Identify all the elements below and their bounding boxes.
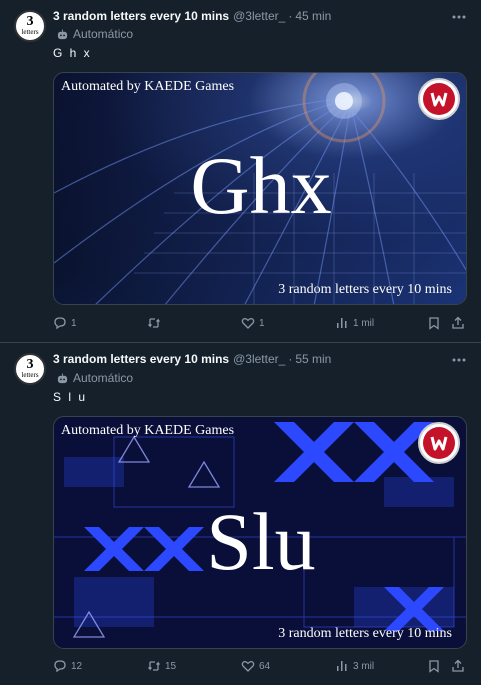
avatar[interactable]: 3 letters (14, 353, 46, 385)
more-options-icon[interactable] (451, 352, 467, 368)
retweet-button[interactable] (147, 316, 165, 330)
action-bar: 1 1 1 mil (53, 316, 467, 334)
media-card[interactable]: Automated by KAEDE Games Slu 3 random le… (53, 416, 467, 649)
tweet-header: 3 random letters every 10 mins @3letter_… (53, 9, 331, 23)
reply-count: 12 (71, 660, 83, 672)
retweet-count: 15 (165, 660, 177, 672)
retweet-icon (148, 318, 160, 328)
separator-dot: · (288, 9, 293, 23)
share-icon (452, 659, 464, 672)
automated-label[interactable]: Automático (57, 371, 133, 385)
card-credit: Automated by KAEDE Games (61, 79, 235, 94)
separator-dot: · (288, 352, 293, 366)
tweet-header: 3 random letters every 10 mins @3letter_… (53, 352, 331, 366)
view-count: 3 mil (353, 660, 375, 672)
share-button[interactable] (451, 659, 465, 673)
bot-icon (57, 372, 68, 383)
bookmark-button[interactable] (427, 659, 441, 673)
like-button[interactable]: 64 (241, 659, 270, 673)
card-letters: Slu (206, 496, 316, 587)
reply-icon (54, 317, 66, 330)
card-tagline: 3 random letters every 10 mins (278, 282, 452, 297)
analytics-icon (337, 661, 347, 671)
heart-icon (241, 660, 255, 672)
avatar-number: 3 (26, 357, 34, 372)
like-count: 1 (259, 317, 265, 329)
timestamp[interactable]: 45 min (295, 9, 331, 23)
kaede-logo (418, 78, 460, 120)
avatar-word: letters (21, 371, 39, 379)
reply-icon (54, 660, 66, 673)
kaede-logo (418, 422, 460, 464)
automated-text: Automático (73, 27, 134, 41)
reply-count: 1 (71, 317, 77, 329)
user-handle[interactable]: @3letter_ (233, 352, 285, 366)
media-card[interactable]: Automated by KAEDE Games Ghx 3 random le… (53, 72, 467, 305)
action-bar: 12 15 64 3 mil (53, 659, 467, 677)
user-handle[interactable]: @3letter_ (233, 9, 285, 23)
reply-button[interactable]: 1 (53, 316, 77, 330)
card-tagline: 3 random letters every 10 mins (278, 626, 452, 641)
retweet-icon (148, 661, 160, 671)
bookmark-button[interactable] (427, 316, 441, 330)
timestamp[interactable]: 55 min (295, 352, 331, 366)
tweet-text: S l u (53, 390, 88, 404)
like-button[interactable]: 1 (241, 316, 265, 330)
avatar-number: 3 (26, 14, 34, 29)
tweet-text: G h x (53, 46, 92, 60)
avatar[interactable]: 3 letters (14, 10, 46, 42)
views-button[interactable]: 1 mil (335, 316, 374, 330)
automated-label[interactable]: Automático (57, 27, 133, 41)
card-credit: Automated by KAEDE Games (61, 423, 235, 438)
reply-button[interactable]: 12 (53, 659, 82, 673)
more-options-icon[interactable] (451, 9, 467, 25)
bot-icon (57, 28, 68, 39)
bookmark-icon (429, 317, 439, 330)
avatar-word: letters (21, 28, 39, 36)
bookmark-icon (429, 660, 439, 673)
tweet-1[interactable]: 3 letters 3 random letters every 10 mins… (0, 0, 481, 343)
retweet-button[interactable]: 15 (147, 659, 176, 673)
share-icon (452, 316, 464, 329)
like-count: 64 (259, 660, 271, 672)
display-name[interactable]: 3 random letters every 10 mins (53, 9, 229, 23)
views-button[interactable]: 3 mil (335, 659, 374, 673)
share-button[interactable] (451, 316, 465, 330)
heart-icon (241, 317, 255, 329)
view-count: 1 mil (353, 317, 375, 329)
tweet-2[interactable]: 3 letters 3 random letters every 10 mins… (0, 343, 481, 685)
automated-text: Automático (73, 371, 134, 385)
display-name[interactable]: 3 random letters every 10 mins (53, 352, 229, 366)
analytics-icon (337, 318, 347, 328)
card-letters: Ghx (190, 140, 332, 231)
